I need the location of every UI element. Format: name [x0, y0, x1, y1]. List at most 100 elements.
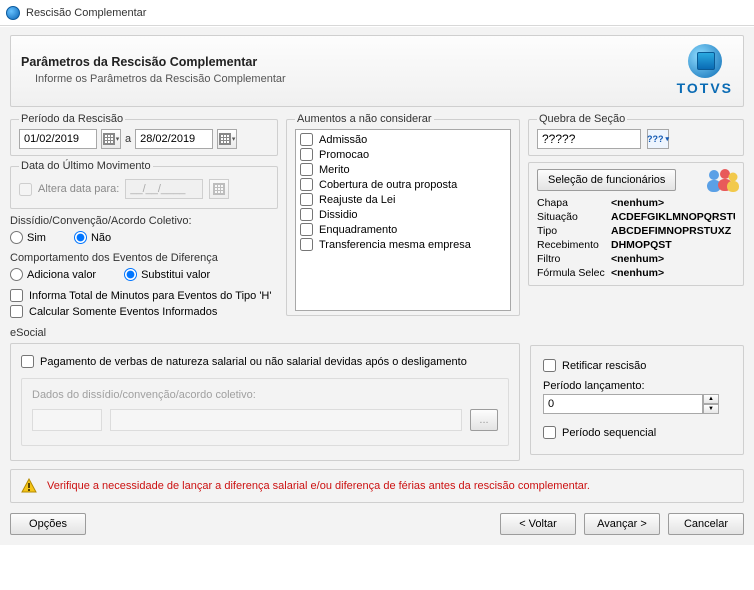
warning-bar: Verifique a necessidade de lançar a dife… [10, 469, 744, 503]
aumentos-item[interactable]: Transferencia mesma empresa [298, 237, 508, 252]
aumentos-item-checkbox[interactable] [300, 148, 313, 161]
column-middle: Aumentos a não considerar Admissão Promoc… [286, 113, 520, 321]
selecao-key: Fórmula Selec [537, 267, 611, 279]
periodo-legend: Período da Rescisão [19, 113, 125, 125]
aumentos-item-label: Promocao [319, 149, 369, 161]
selecao-key: Filtro [537, 253, 611, 265]
chk-pagamento-label: Pagamento de verbas de natureza salarial… [40, 356, 467, 368]
footer: Opções < Voltar Avançar > Cancelar [10, 513, 744, 535]
comp-substitui[interactable]: Substitui valor [124, 268, 210, 281]
warning-text: Verifique a necessidade de lançar a dife… [47, 480, 590, 492]
quebra-input[interactable] [537, 129, 641, 149]
selecao-value: <nenhum> [611, 253, 735, 265]
aumentos-item-checkbox[interactable] [300, 163, 313, 176]
quebra-secao-group: Quebra de Seção ??? [528, 113, 744, 156]
chk-calcular[interactable] [10, 305, 23, 318]
aumentos-item[interactable]: Reajuste da Lei [298, 192, 508, 207]
aumentos-item[interactable]: Merito [298, 162, 508, 177]
selecao-key: Chapa [537, 197, 611, 209]
brand-text: TOTVS [677, 80, 733, 96]
aumentos-item[interactable]: Promocao [298, 147, 508, 162]
chk-calcular-label: Calcular Somente Eventos Informados [29, 306, 217, 318]
selecao-funcionarios-button[interactable]: Seleção de funcionários [537, 169, 676, 191]
opcoes-button[interactable]: Opções [10, 513, 86, 535]
periodo-lancamento-input[interactable] [543, 394, 703, 414]
dissidio-sim[interactable]: Sim [10, 231, 46, 244]
window-body: Parâmetros da Rescisão Complementar Info… [0, 26, 754, 545]
back-button[interactable]: < Voltar [500, 513, 576, 535]
chk-periodo-sequencial-label: Período sequencial [562, 427, 656, 439]
aumentos-item[interactable]: Dissidio [298, 207, 508, 222]
retificar-box: Retificar rescisão Período lançamento: ▲… [530, 345, 744, 455]
quebra-legend: Quebra de Seção [537, 113, 627, 125]
chk-minutos[interactable] [10, 289, 23, 302]
aumentos-item-checkbox[interactable] [300, 223, 313, 236]
brand-logo-icon [688, 44, 722, 78]
next-button[interactable]: Avançar > [584, 513, 660, 535]
chk-retificar-label: Retificar rescisão [562, 360, 646, 372]
column-left: Período da Rescisão a Data do Último Mov… [10, 113, 278, 321]
periodo-spin-down[interactable]: ▼ [703, 404, 719, 414]
dados-dissidio-field1 [32, 409, 102, 431]
periodo-end-input[interactable] [135, 129, 213, 149]
selecao-value: <nenhum> [611, 267, 735, 279]
aumentos-item-label: Merito [319, 164, 350, 176]
warning-icon [21, 478, 37, 494]
selecao-summary: Chapa<nenhum>SituaçãoACDEFGIKLMNOPQRSTUT… [537, 197, 735, 279]
altera-data-label: Altera data para: [38, 183, 119, 195]
aumentos-item-checkbox[interactable] [300, 133, 313, 146]
dados-dissidio-browse-button: ... [470, 409, 498, 431]
selecao-value: ABCDEFIMNOPRSTUXZ [611, 225, 735, 237]
ultimo-mov-legend: Data do Último Movimento [19, 160, 153, 172]
comportamento-label: Comportamento dos Eventos de Diferença [10, 252, 278, 264]
periodo-sep: a [125, 133, 131, 145]
aumentos-item-checkbox[interactable] [300, 238, 313, 251]
column-right: Quebra de Seção ??? Seleção de funcionár… [528, 113, 744, 321]
chk-retificar[interactable] [543, 359, 556, 372]
periodo-rescisao-group: Período da Rescisão a [10, 113, 278, 156]
header-panel: Parâmetros da Rescisão Complementar Info… [10, 35, 744, 107]
selecao-value: ACDEFGIKLMNOPQRSTU [611, 211, 735, 223]
aumentos-item-label: Enquadramento [319, 224, 397, 236]
window-title: Rescisão Complementar [26, 7, 146, 19]
comportamento-radios: Adiciona valor Substitui valor [10, 268, 278, 281]
app-icon [6, 6, 20, 20]
quebra-lookup-button[interactable]: ??? [647, 129, 669, 149]
cancel-button[interactable]: Cancelar [668, 513, 744, 535]
selecao-value: <nenhum> [611, 197, 735, 209]
aumentos-item-checkbox[interactable] [300, 193, 313, 206]
periodo-start-calendar-icon[interactable] [101, 129, 121, 149]
aumentos-legend: Aumentos a não considerar [295, 113, 434, 125]
aumentos-item-label: Reajuste da Lei [319, 194, 395, 206]
selecao-box: Seleção de funcionários Chapa<nenhum>Sit… [528, 162, 744, 286]
dissidio-nao[interactable]: Não [74, 231, 111, 244]
chk-periodo-sequencial[interactable] [543, 426, 556, 439]
aumentos-item-label: Transferencia mesma empresa [319, 239, 471, 251]
aumentos-item[interactable]: Enquadramento [298, 222, 508, 237]
aumentos-item-label: Admissão [319, 134, 367, 146]
aumentos-item-checkbox[interactable] [300, 178, 313, 191]
periodo-start-input[interactable] [19, 129, 97, 149]
aumentos-item-checkbox[interactable] [300, 208, 313, 221]
comp-substitui-label: Substitui valor [141, 269, 210, 281]
periodo-end-calendar-icon[interactable] [217, 129, 237, 149]
dissidio-nao-label: Não [91, 232, 111, 244]
esocial-title: eSocial [10, 327, 520, 339]
comp-adiciona[interactable]: Adiciona valor [10, 268, 96, 281]
dissidio-radios: Sim Não [10, 231, 278, 244]
aumentos-item[interactable]: Cobertura de outra proposta [298, 177, 508, 192]
selecao-key: Tipo [537, 225, 611, 237]
periodo-spin-up[interactable]: ▲ [703, 394, 719, 404]
chk-pagamento-verbas[interactable] [21, 355, 34, 368]
people-icon [705, 166, 739, 194]
altera-data-input [125, 179, 203, 199]
altera-data-checkbox[interactable] [19, 183, 32, 196]
selecao-key: Situação [537, 211, 611, 223]
aumentos-listbox[interactable]: Admissão Promocao MeritoCobertura de outra… [295, 129, 511, 311]
aumentos-item[interactable]: Admissão [298, 132, 508, 147]
chk-minutos-label: Informa Total de Minutos para Eventos do… [29, 290, 271, 302]
aumentos-group: Aumentos a não considerar Admissão Promoc… [286, 113, 520, 316]
brand-logo: TOTVS [677, 44, 733, 96]
dados-dissidio-field2 [110, 409, 462, 431]
selecao-key: Recebimento [537, 239, 611, 251]
